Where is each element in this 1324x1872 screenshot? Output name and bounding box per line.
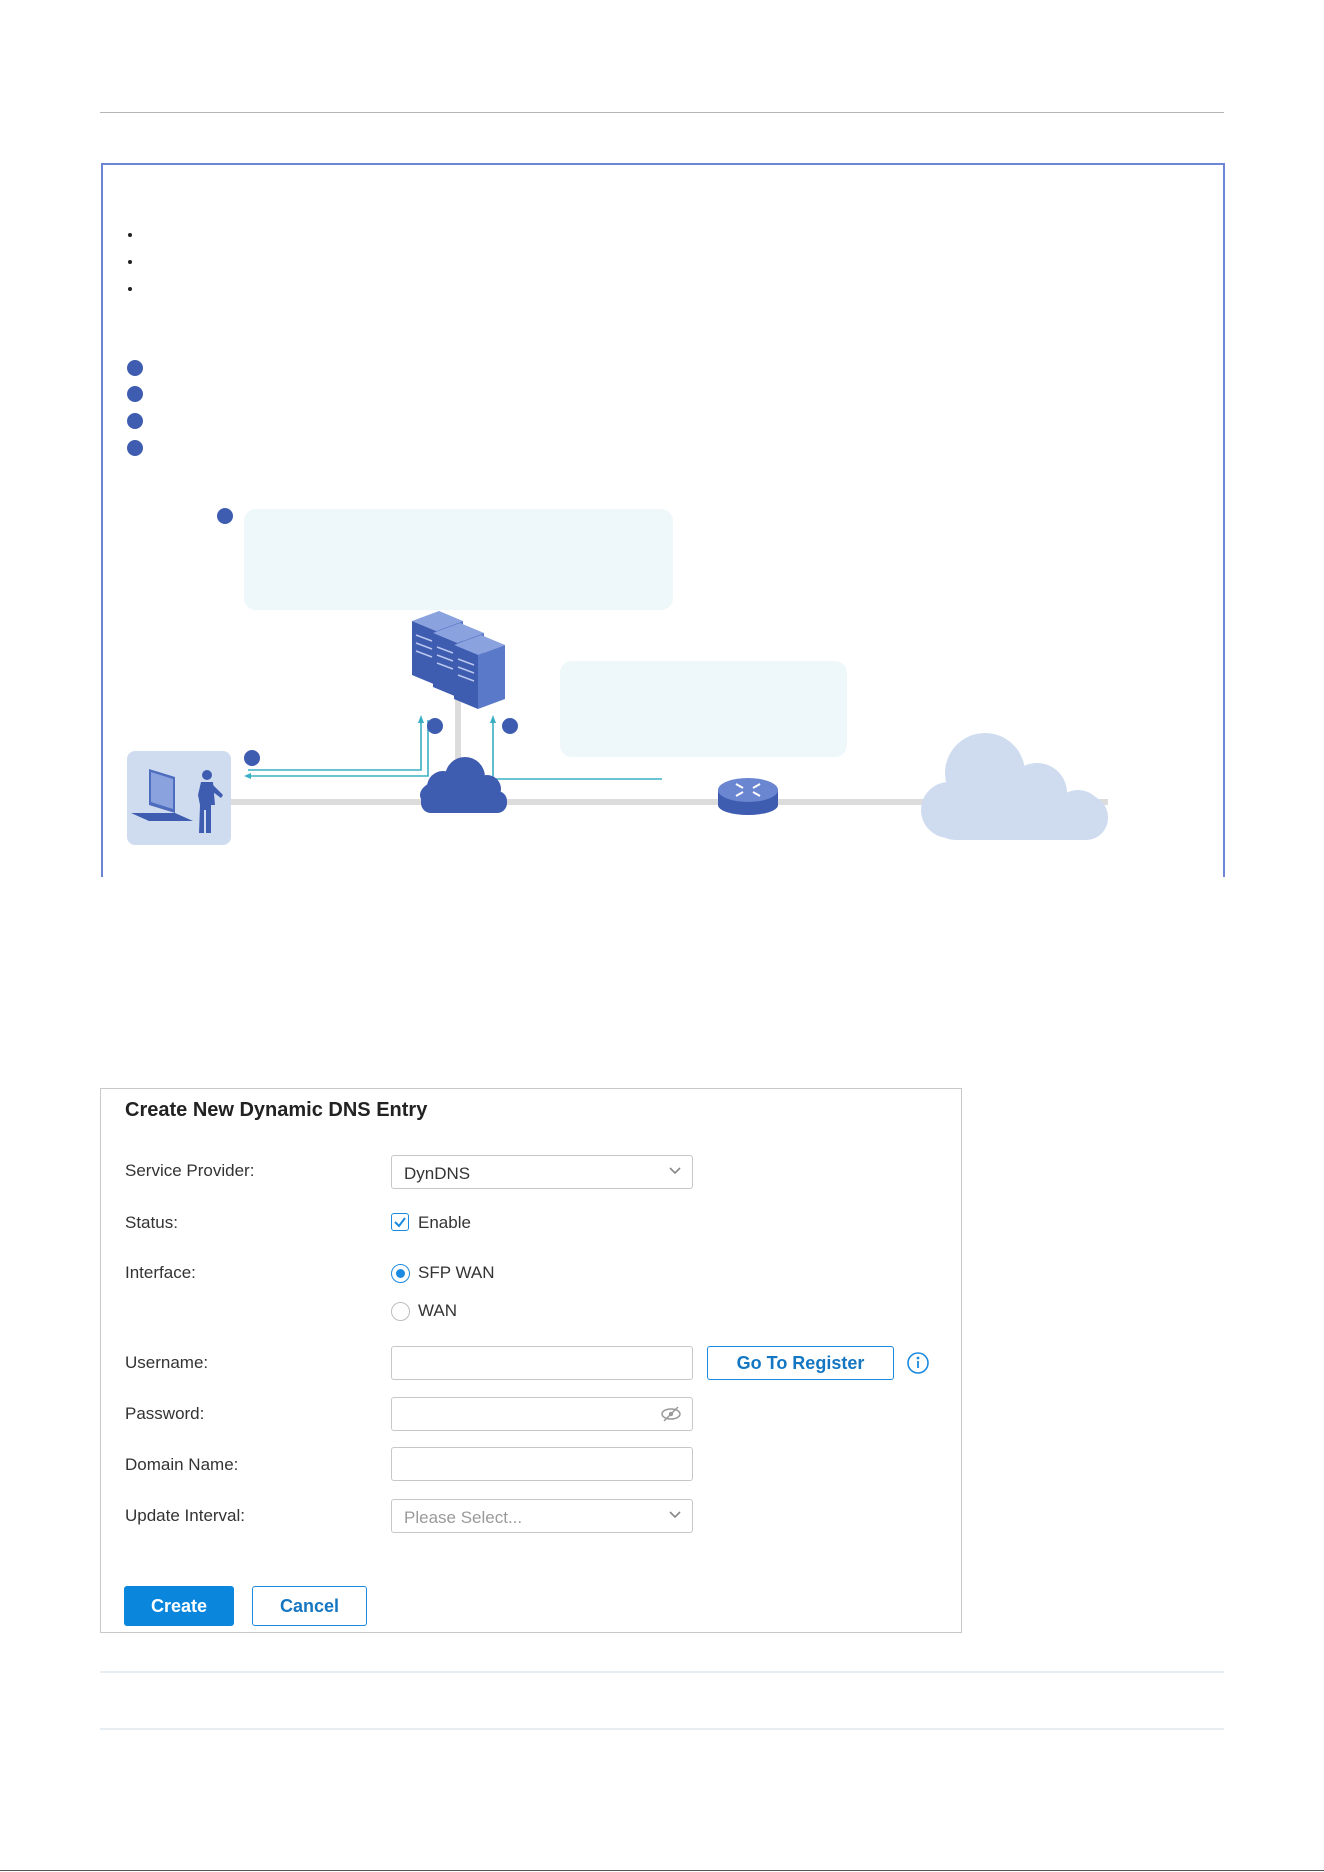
enable-label: Enable	[418, 1213, 471, 1232]
cancel-button[interactable]: Cancel	[252, 1586, 367, 1626]
chevron-down-icon	[669, 1167, 681, 1175]
service-provider-select[interactable]: DynDNS	[391, 1155, 693, 1189]
arrow-head	[244, 773, 251, 779]
username-input[interactable]	[391, 1346, 693, 1380]
checkmark-icon	[394, 1217, 406, 1228]
arrow-head	[418, 715, 424, 723]
server-icon	[412, 611, 505, 709]
password-label: Password:	[125, 1404, 205, 1423]
step-marker	[502, 718, 518, 734]
cloud-icon	[921, 733, 1108, 840]
interface-option-label: WAN	[418, 1301, 458, 1320]
laptop-icon	[127, 751, 231, 845]
go-to-register-button[interactable]: Go To Register	[707, 1346, 894, 1380]
domain-name-input[interactable]	[391, 1447, 693, 1481]
arrow-head	[490, 715, 496, 723]
domain-name-label: Domain Name:	[125, 1455, 239, 1474]
info-icon[interactable]	[906, 1351, 930, 1375]
interface-radio-sfp-wan[interactable]	[391, 1264, 410, 1283]
eye-off-icon[interactable]	[660, 1405, 682, 1423]
step-marker	[427, 718, 443, 734]
interface-label: Interface:	[125, 1263, 196, 1282]
panel-title: Create New Dynamic DNS Entry	[125, 1099, 428, 1121]
step-marker	[244, 750, 260, 766]
update-interval-select[interactable]: Please Select...	[391, 1499, 693, 1533]
ddns-diagram-frame	[101, 163, 1225, 877]
enable-checkbox[interactable]	[391, 1213, 409, 1231]
divider	[100, 1671, 1224, 1673]
interface-option-label: SFP WAN	[418, 1263, 495, 1282]
create-button[interactable]: Create	[124, 1586, 234, 1626]
cloud-icon	[420, 757, 507, 813]
footer-divider	[0, 1870, 1324, 1871]
status-label: Status:	[125, 1213, 178, 1232]
username-label: Username:	[125, 1353, 209, 1372]
service-provider-label: Service Provider:	[125, 1161, 255, 1180]
interface-radio-wan[interactable]	[391, 1302, 410, 1321]
password-input[interactable]	[391, 1397, 693, 1431]
update-interval-placeholder: Please Select...	[404, 1508, 523, 1527]
header-divider	[100, 112, 1224, 113]
divider	[100, 1728, 1224, 1730]
update-interval-label: Update Interval:	[125, 1506, 246, 1525]
create-ddns-entry-panel: Create New Dynamic DNS Entry Service Pro…	[100, 1088, 962, 1633]
service-provider-value: DynDNS	[404, 1164, 471, 1183]
network-illustration	[127, 611, 1108, 845]
router-icon	[718, 778, 778, 815]
chevron-down-icon	[669, 1511, 681, 1519]
